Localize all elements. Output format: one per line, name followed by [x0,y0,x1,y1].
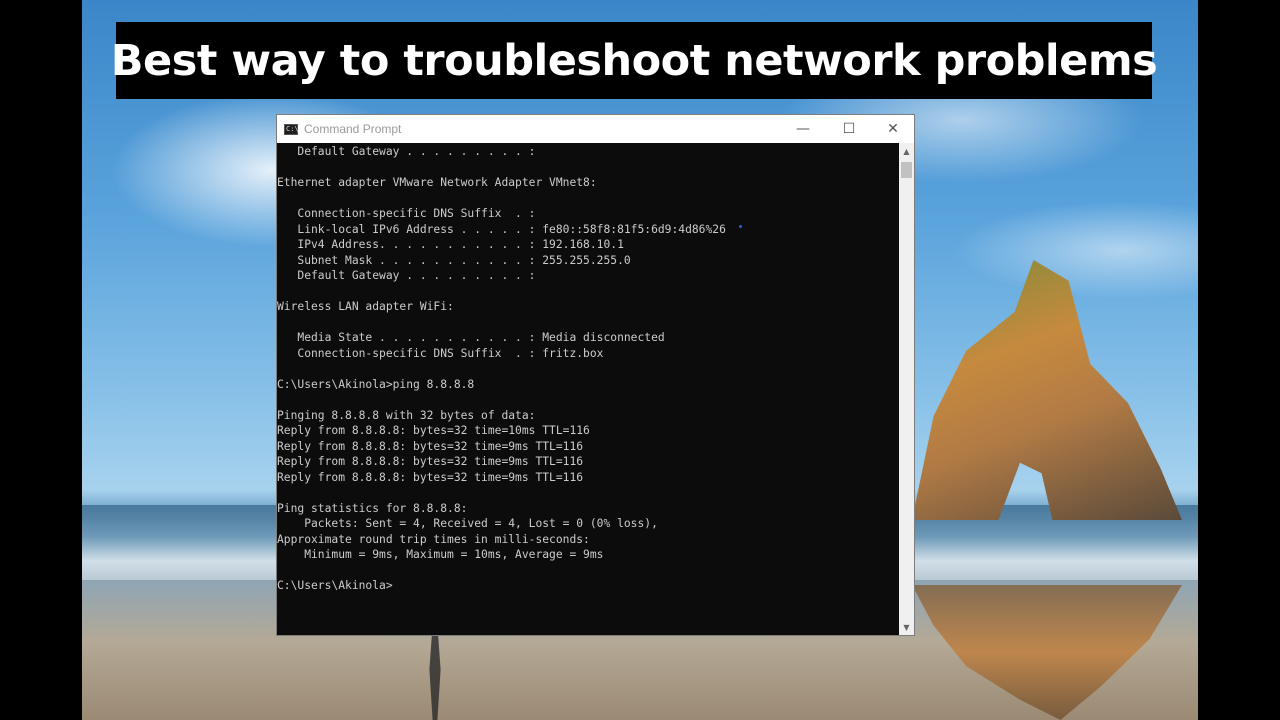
vertical-scrollbar[interactable]: ▲ ▼ [899,143,914,635]
console-line: Approximate round trip times in milli-se… [277,532,590,546]
console-line: Link-local IPv6 Address . . . . . : fe80… [277,222,726,236]
console-line: Default Gateway . . . . . . . . . : [277,145,536,158]
console-line: IPv4 Address. . . . . . . . . . . : 192.… [277,238,624,251]
console-line: Packets: Sent = 4, Received = 4, Lost = … [277,517,658,530]
maximize-button[interactable]: ☐ [826,115,872,143]
close-button[interactable]: ✕ [870,115,916,143]
console-line: Ethernet adapter VMware Network Adapter … [277,176,597,189]
wallpaper-rock-arch [912,260,1182,520]
console-line: Pinging 8.8.8.8 with 32 bytes of data: [277,408,536,422]
console-line: Connection-specific DNS Suffix . : fritz… [277,346,604,360]
console-lines: Default Gateway . . . . . . . . . : Ether… [277,143,899,594]
console-line: Media State . . . . . . . . . . . : Medi… [277,331,665,344]
console-line: Wireless LAN adapter WiFi: [277,300,454,313]
console-line: Reply from 8.8.8.8: bytes=32 time=9ms TT… [277,439,584,453]
console-line: Minimum = 9ms, Maximum = 10ms, Average =… [277,548,604,561]
console-line: Default Gateway . . . . . . . . . : [277,269,536,282]
chevron-down-icon[interactable]: ▼ [899,619,914,635]
command-prompt-window[interactable]: C:\ Command Prompt — ☐ ✕ Default Gateway… [276,114,915,636]
mouse-cursor-dot [739,225,742,228]
minimize-button[interactable]: — [780,115,826,143]
window-titlebar[interactable]: C:\ Command Prompt — ☐ ✕ [277,115,914,143]
console-line: C:\Users\Akinola>ping 8.8.8.8 [277,377,475,391]
console-line: Reply from 8.8.8.8: bytes=32 time=9ms TT… [277,470,584,484]
console-line: Reply from 8.8.8.8: bytes=32 time=10ms T… [277,424,590,437]
window-title: Command Prompt [304,122,402,136]
console-output[interactable]: Default Gateway . . . . . . . . . : Ether… [277,143,899,635]
console-line: Connection-specific DNS Suffix . : [277,207,536,220]
cmd-icon[interactable]: C:\ [284,123,299,135]
chevron-up-icon[interactable]: ▲ [899,143,914,159]
console-line: C:\Users\Akinola> [277,579,393,592]
banner-title: Best way to troubleshoot network problem… [110,35,1158,86]
video-title-banner: Best way to troubleshoot network problem… [111,22,1158,99]
scrollbar-thumb[interactable] [901,162,912,178]
console-line: Ping statistics for 8.8.8.8: [277,501,468,515]
console-line: Subnet Mask . . . . . . . . . . . : 255.… [277,253,631,267]
console-line: Reply from 8.8.8.8: bytes=32 time=9ms TT… [277,455,584,468]
